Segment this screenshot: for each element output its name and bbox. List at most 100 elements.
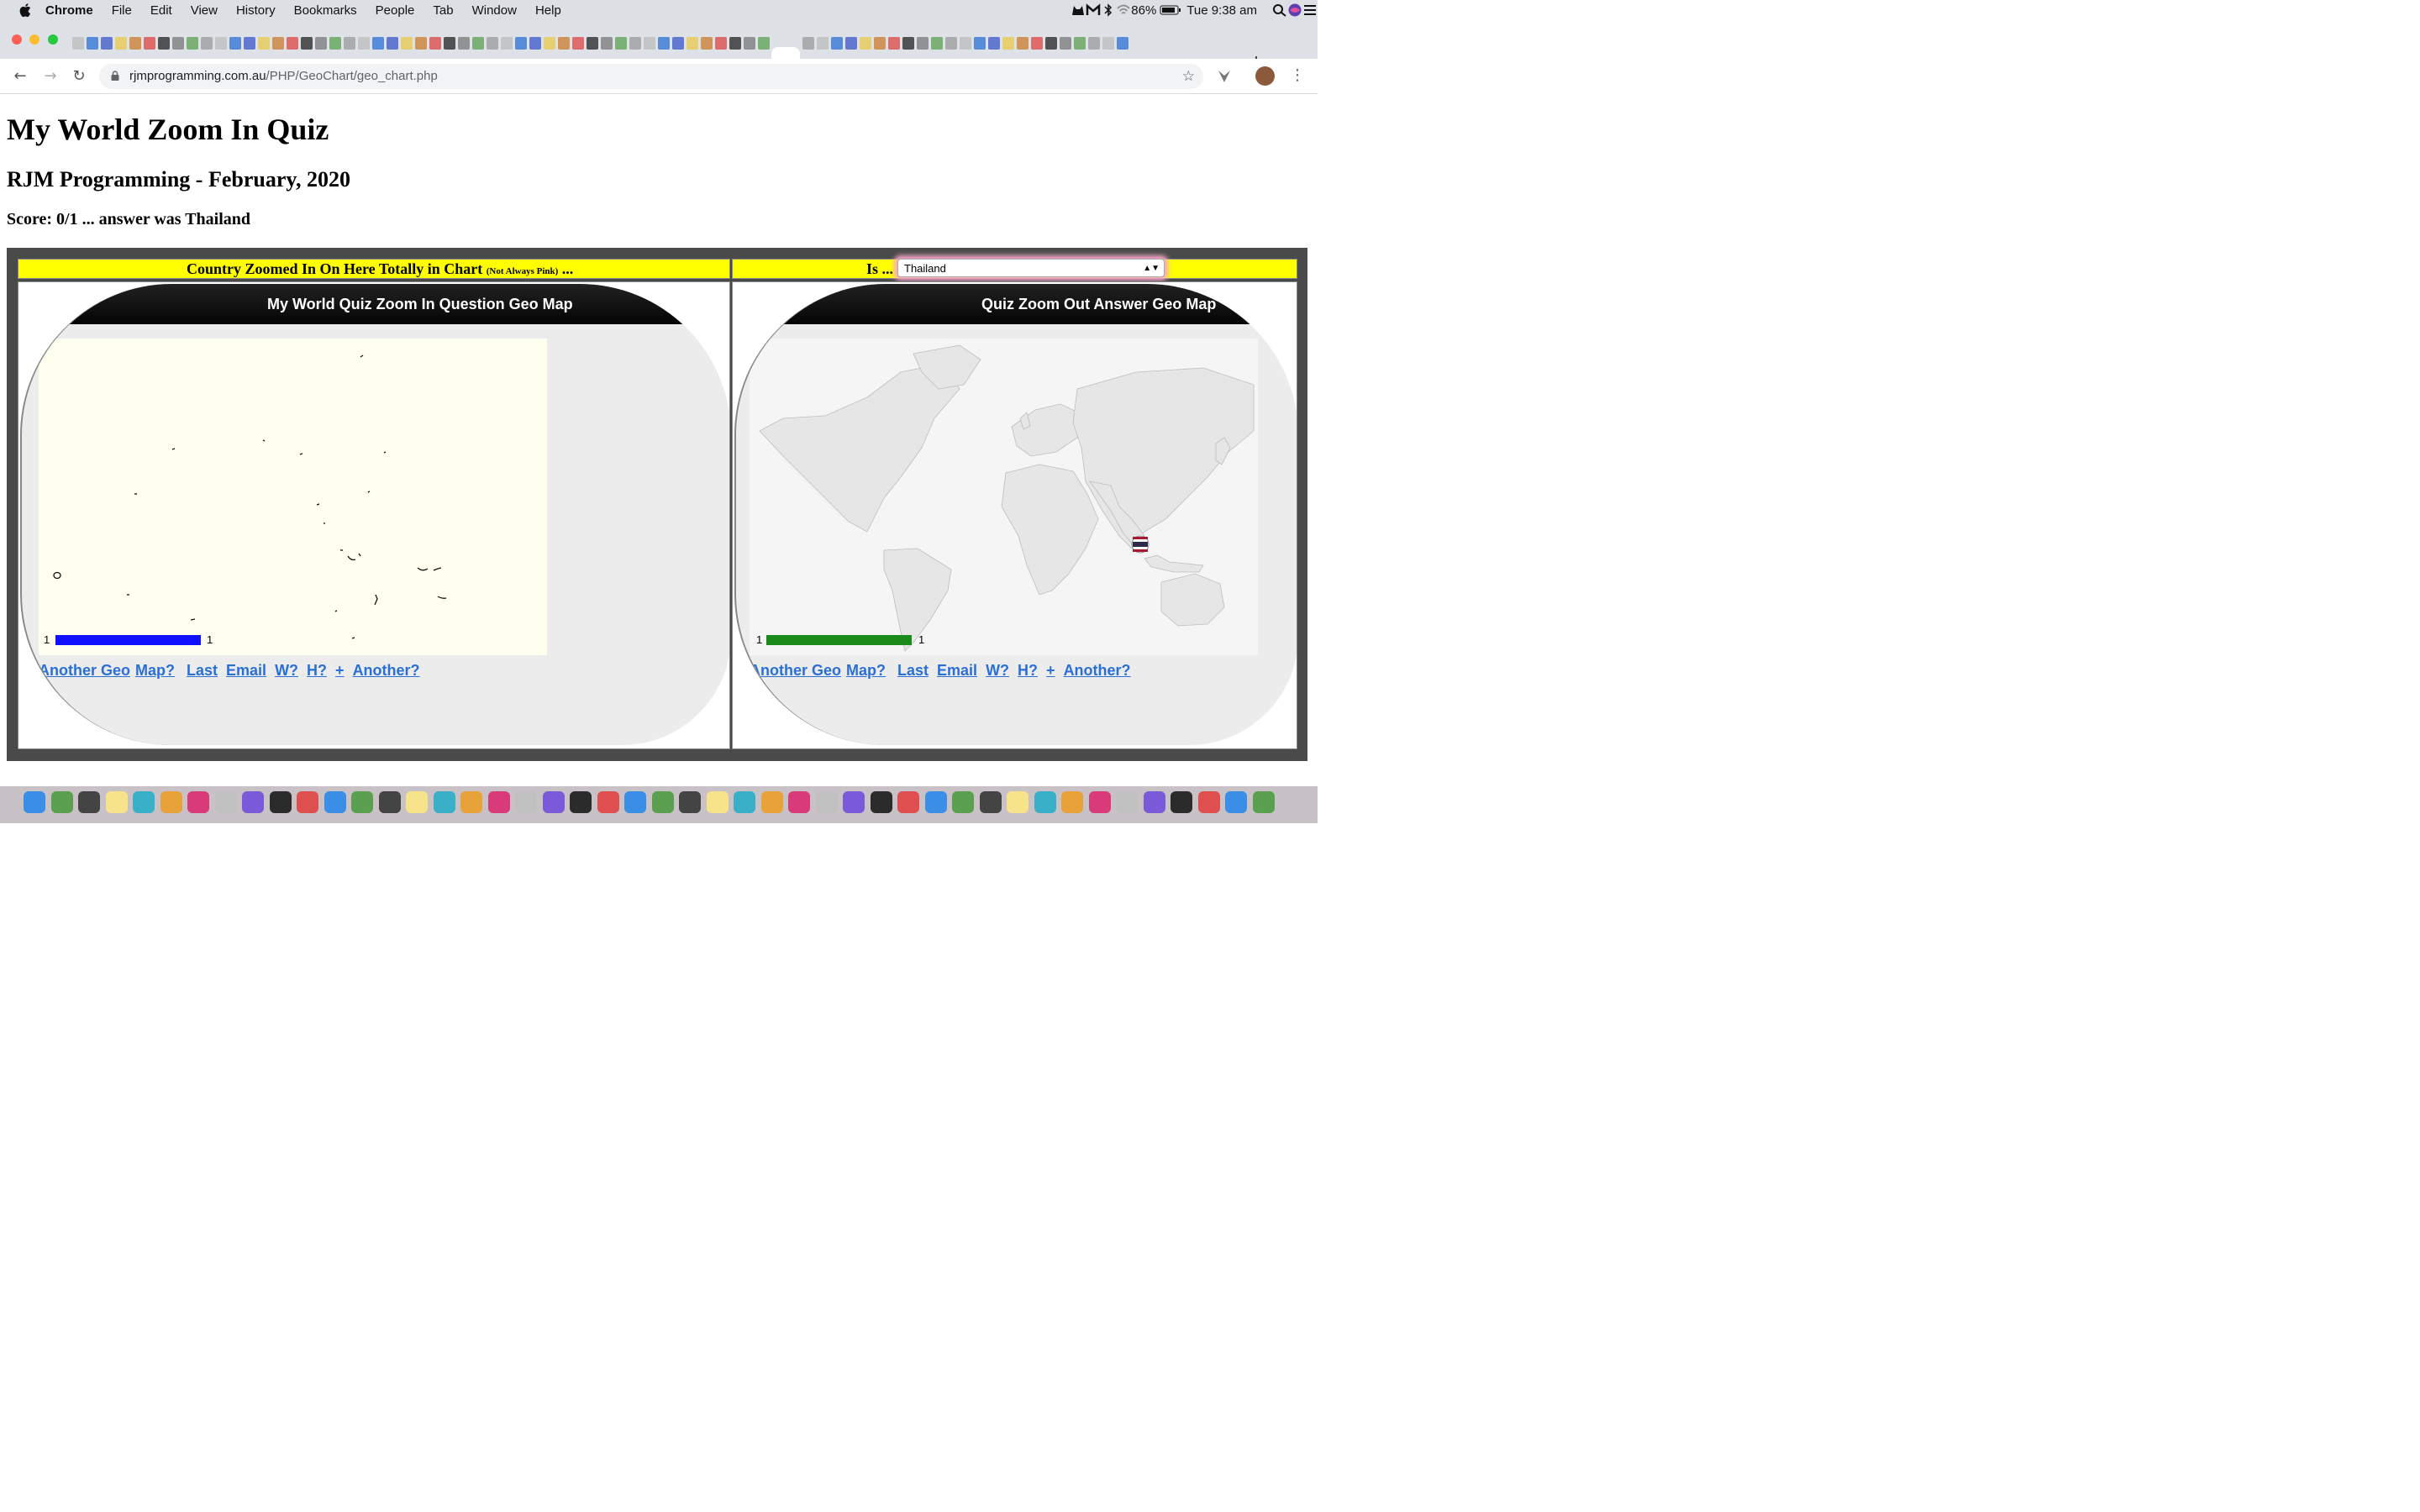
email-link[interactable]: Email	[226, 662, 266, 679]
dock-app-icon[interactable]	[1171, 791, 1192, 813]
tab-favicon-icon[interactable]	[472, 37, 484, 50]
tab-favicon-icon[interactable]	[758, 37, 770, 50]
dock-app-icon[interactable]	[760, 791, 783, 813]
dock-app-icon[interactable]	[570, 791, 592, 813]
dock-app-icon[interactable]	[897, 791, 919, 813]
tab-favicon-icon[interactable]	[487, 37, 498, 50]
dock-app-icon[interactable]	[406, 791, 428, 813]
tab-favicon-icon[interactable]	[601, 37, 613, 50]
plus-link[interactable]: +	[335, 662, 345, 679]
tab-favicon-icon[interactable]	[1088, 37, 1100, 50]
tab-favicon-icon[interactable]	[960, 37, 971, 50]
tab-favicon-icon[interactable]	[101, 37, 113, 50]
tab-favicon-icon[interactable]	[315, 37, 327, 50]
dock-app-icon[interactable]	[1225, 791, 1247, 813]
tab-favicon-icon[interactable]	[301, 37, 313, 50]
tab-favicon-icon[interactable]	[558, 37, 570, 50]
wikipedia-link[interactable]: W?	[275, 662, 298, 679]
dock-app-icon[interactable]	[214, 791, 237, 813]
last-link[interactable]: Last	[187, 662, 218, 679]
tab-favicon-icon[interactable]	[817, 37, 829, 50]
tab-favicon-icon[interactable]	[287, 37, 298, 50]
dock-app-icon[interactable]	[460, 791, 482, 813]
tab-favicon-icon[interactable]	[158, 37, 170, 50]
tab-favicon-icon[interactable]	[945, 37, 957, 50]
tab-favicon-icon[interactable]	[687, 37, 698, 50]
tab-favicon-icon[interactable]	[729, 37, 741, 50]
tab-favicon-icon[interactable]	[644, 37, 655, 50]
spotlight-search-icon[interactable]	[1272, 3, 1287, 17]
window-close-button[interactable]	[12, 34, 22, 45]
menu-window[interactable]: Window	[472, 3, 517, 18]
profile-avatar[interactable]	[1255, 66, 1275, 86]
tab-favicon-icon[interactable]	[658, 37, 670, 50]
tab-favicon-icon[interactable]	[115, 37, 127, 50]
tab-favicon-icon[interactable]	[715, 37, 727, 50]
map-link[interactable]: Map?	[135, 662, 175, 679]
menu-people[interactable]: People	[376, 3, 415, 18]
tab-favicon-icon[interactable]	[701, 37, 713, 50]
menu-view[interactable]: View	[191, 3, 218, 18]
battery-icon[interactable]	[1160, 3, 1181, 17]
dock-app-icon[interactable]	[351, 791, 373, 813]
tab-favicon-icon[interactable]	[201, 37, 213, 50]
dock-app-icon[interactable]	[269, 791, 292, 813]
tab-favicon-icon[interactable]	[129, 37, 141, 50]
dock-app-icon[interactable]	[734, 791, 755, 813]
dock-app-icon[interactable]	[160, 791, 182, 813]
tab-favicon-icon[interactable]	[215, 37, 227, 50]
tab-favicon-icon[interactable]	[458, 37, 470, 50]
menu-tab[interactable]: Tab	[433, 3, 453, 18]
tab-favicon-icon[interactable]	[515, 37, 527, 50]
tab-favicon-icon[interactable]	[501, 37, 513, 50]
tab-favicon-icon[interactable]	[358, 37, 370, 50]
dock-app-icon[interactable]	[624, 791, 646, 813]
dock-app-icon[interactable]	[924, 791, 947, 813]
tab-favicon-icon[interactable]	[1117, 37, 1128, 50]
dock-app-icon[interactable]	[843, 791, 865, 813]
tab-favicon-icon[interactable]	[272, 37, 284, 50]
tab-favicon-icon[interactable]	[902, 37, 914, 50]
dock-app-icon[interactable]	[324, 791, 346, 813]
wikipedia-link[interactable]: W?	[986, 662, 1009, 679]
tab-favicon-icon[interactable]	[1031, 37, 1043, 50]
tab-favicon-icon[interactable]	[1060, 37, 1071, 50]
back-button[interactable]: ←	[10, 66, 30, 87]
dock-app-icon[interactable]	[979, 791, 1002, 813]
tab-favicon-icon[interactable]	[744, 37, 755, 50]
tab-favicon-icon[interactable]	[401, 37, 413, 50]
tab-favicon-icon[interactable]	[329, 37, 341, 50]
menu-help[interactable]: Help	[535, 3, 561, 18]
dock-app-icon[interactable]	[597, 791, 619, 813]
tab-favicon-icon[interactable]	[874, 37, 886, 50]
tab-favicon-icon[interactable]	[444, 37, 455, 50]
tab-favicon-icon[interactable]	[931, 37, 943, 50]
tab-favicon-icon[interactable]	[387, 37, 398, 50]
dock-app-icon[interactable]	[1116, 791, 1138, 813]
apple-icon[interactable]	[18, 3, 34, 18]
tab-favicon-icon[interactable]	[572, 37, 584, 50]
tab-favicon-icon[interactable]	[888, 37, 900, 50]
menubar-clock[interactable]: Tue 9:38 am	[1186, 3, 1257, 18]
window-minimize-button[interactable]	[29, 34, 39, 45]
tab-favicon-icon[interactable]	[860, 37, 871, 50]
tab-favicon-icon[interactable]	[258, 37, 270, 50]
question-map-canvas[interactable]	[39, 339, 547, 655]
tab-favicon-icon[interactable]	[229, 37, 241, 50]
plus-link[interactable]: +	[1046, 662, 1055, 679]
wifi-icon[interactable]	[1116, 3, 1131, 17]
menu-history[interactable]: History	[236, 3, 276, 18]
tab-favicon-icon[interactable]	[831, 37, 843, 50]
tab-favicon-icon[interactable]	[988, 37, 1000, 50]
dock-app-icon[interactable]	[679, 791, 701, 813]
tab-favicon-icon[interactable]	[172, 37, 184, 50]
dock-app-icon[interactable]	[1143, 791, 1165, 813]
dock-app-icon[interactable]	[1007, 791, 1028, 813]
tab-favicon-icon[interactable]	[615, 37, 627, 50]
menu-app-name[interactable]: Chrome	[45, 3, 93, 18]
dock-app-icon[interactable]	[487, 791, 510, 813]
tab-favicon-icon[interactable]	[372, 37, 384, 50]
chrome-menu-button[interactable]: ⋮	[1290, 66, 1305, 84]
answer-geo-map[interactable]: 1 1	[750, 339, 1258, 655]
dock-app-icon[interactable]	[187, 791, 209, 813]
